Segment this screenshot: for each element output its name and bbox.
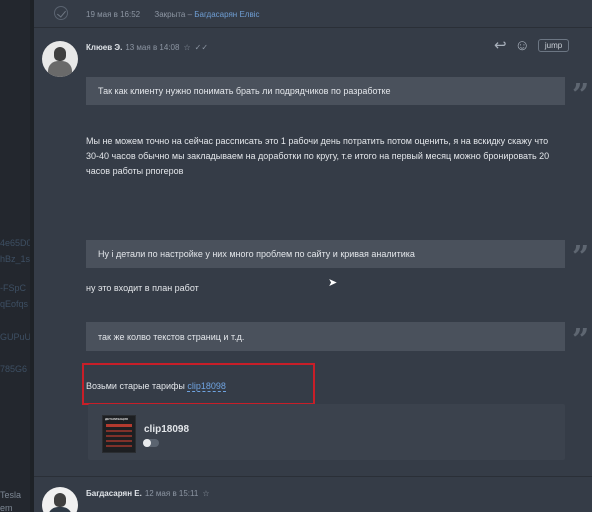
divider [34, 27, 592, 28]
divider [34, 476, 592, 477]
thumbnail-row [106, 435, 132, 437]
message-date: 12 мая в 15:11 [144, 489, 199, 498]
avatar-body [48, 61, 72, 77]
task-status-line: 19 мая в 16:52 Закрыта – Багдасарян Елві… [86, 10, 259, 19]
avatar-head [54, 47, 66, 61]
quote-mark-icon: ” [572, 240, 590, 275]
quote-block: Так как клиенту нужно понимать брать ли … [86, 77, 565, 105]
task-date: 19 мая в 16:52 [86, 10, 141, 19]
message-paragraph: Мы не можем точно на сейчас рассписать э… [86, 136, 550, 176]
thumbnail-row [106, 445, 132, 447]
star-icon[interactable]: ☆ [202, 489, 209, 498]
left-fragment: em [0, 503, 13, 512]
jump-button[interactable]: jump [537, 39, 570, 52]
quote-text: Так как клиенту нужно понимать брать ли … [98, 86, 391, 96]
quote-block: Ну і детали по настройке у них много про… [86, 240, 565, 268]
avatar-head [54, 493, 66, 507]
thumbnail-label: ДЕТАЛИЗАЦИЯ [105, 417, 128, 421]
preview-title[interactable]: clip18098 [144, 424, 189, 435]
preview-thumbnail[interactable]: ДЕТАЛИЗАЦИЯ [102, 415, 136, 453]
emoji-icon[interactable]: ☺ [515, 38, 530, 53]
left-fragment: qEofqs [0, 299, 29, 309]
message-header: Клюев Э. 13 мая в 14:08 ☆ ✓✓ [86, 43, 208, 52]
left-fragment: GUPuU [0, 332, 32, 342]
thumbnail-row [106, 430, 132, 432]
quote-mark-icon: ” [572, 323, 590, 358]
message-actions: ↩ ☺ jump [494, 38, 570, 53]
message-header: Багдасарян Е. 12 мая в 15:11 ☆ [86, 489, 210, 498]
avatar[interactable] [42, 41, 78, 77]
link-preview-card[interactable]: ДЕТАЛИЗАЦИЯ clip18098 [88, 404, 565, 460]
highlight-annotation-box [82, 363, 315, 405]
left-fragment: hBz_1s [0, 254, 31, 264]
thumbnail-row [106, 440, 132, 442]
mouse-cursor-icon: ➤ [328, 277, 338, 289]
star-icon[interactable]: ☆ [183, 43, 190, 52]
author-name[interactable]: Багдасарян Е. [86, 489, 142, 498]
message-paragraph: ну это входит в план работ [86, 283, 199, 293]
preview-toggle[interactable] [143, 439, 159, 447]
author-name[interactable]: Клюев Э. [86, 43, 122, 52]
message-date: 13 мая в 14:08 [125, 43, 180, 52]
quote-text: так же колво текстов страниц и т.д. [98, 331, 245, 342]
read-check-icon: ✓✓ [194, 43, 209, 52]
quote-text: Ну і детали по настройке у них много про… [98, 249, 415, 259]
left-fragment: 4e65D0 [0, 238, 32, 248]
quote-mark-icon: ” [572, 78, 590, 113]
left-fragment: Tesla [0, 490, 22, 500]
task-assignee-link[interactable]: Багдасарян Елвіс [194, 10, 259, 19]
thumbnail-bar [106, 424, 132, 427]
left-fragment: -FSpC [0, 283, 27, 293]
left-fragment: 785G6 [0, 364, 28, 374]
reply-icon[interactable]: ↩ [494, 38, 507, 53]
avatar-body [48, 507, 72, 512]
check-circle-icon[interactable] [54, 6, 68, 20]
quote-block: так же колво текстов страниц и т.д. [86, 322, 565, 351]
task-status: Закрыта – [154, 10, 193, 19]
